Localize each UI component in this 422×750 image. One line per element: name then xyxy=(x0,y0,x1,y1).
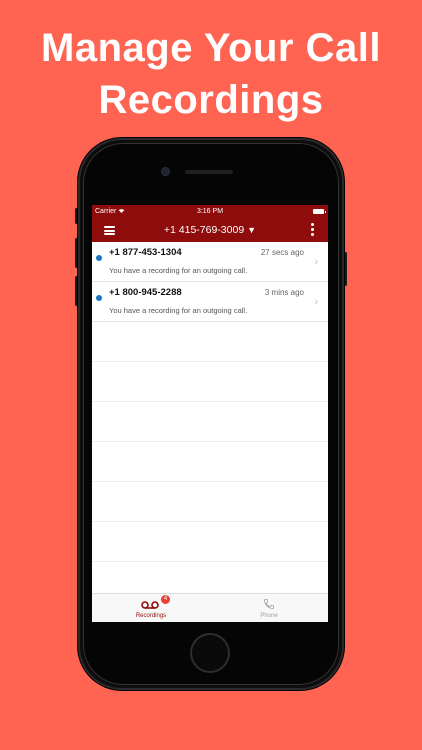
status-time: 3:16 PM xyxy=(196,208,224,215)
home-button[interactable] xyxy=(192,635,228,671)
tab-phone[interactable]: Phone xyxy=(210,594,328,622)
chevron-right-icon: › xyxy=(314,296,318,308)
recording-number: +1 877-453-1304 xyxy=(109,247,182,258)
recording-age: 27 secs ago xyxy=(260,248,304,257)
nav-title-number: +1 415-769-3009 xyxy=(163,224,245,236)
status-bar: Carrier 3:16 PM xyxy=(92,205,328,219)
headline-line-2: Recordings xyxy=(98,78,324,122)
phone-icon xyxy=(264,599,274,609)
tab-bar: 4 Recordings Phone xyxy=(92,593,328,622)
battery-icon xyxy=(313,209,326,214)
headline-line-1: Manage Your Call xyxy=(41,26,381,70)
recording-row[interactable]: +1 800-945-2288 3 mins ago You have a re… xyxy=(92,282,328,322)
earpiece-speaker xyxy=(185,170,233,174)
phone-number-selector[interactable]: +1 415-769-3009 ▼ xyxy=(92,224,328,236)
recording-description: You have a recording for an outgoing cal… xyxy=(109,306,248,315)
front-camera xyxy=(162,168,169,175)
recording-description: You have a recording for an outgoing cal… xyxy=(109,266,248,275)
empty-list-row xyxy=(92,482,328,522)
empty-list-row xyxy=(92,522,328,562)
empty-list-row xyxy=(92,322,328,362)
phone-power-button xyxy=(344,252,347,286)
nav-bar: +1 415-769-3009 ▼ xyxy=(92,219,328,242)
unread-dot xyxy=(96,255,102,261)
unread-dot xyxy=(96,295,102,301)
headline: Manage Your Call Recordings xyxy=(0,22,422,126)
recording-number: +1 800-945-2288 xyxy=(109,287,182,298)
empty-list-row xyxy=(92,362,328,402)
chevron-right-icon: › xyxy=(314,256,318,268)
tab-recordings[interactable]: 4 Recordings xyxy=(92,594,210,622)
more-vertical-icon[interactable] xyxy=(311,223,314,238)
voicemail-icon xyxy=(141,601,159,609)
empty-list-row xyxy=(92,402,328,442)
recording-row[interactable]: +1 877-453-1304 27 secs ago You have a r… xyxy=(92,242,328,282)
recordings-badge: 4 xyxy=(161,595,170,604)
app-screen: Carrier 3:16 PM +1 415-769-3009 ▼ +1 877-… xyxy=(92,205,328,622)
empty-list-row xyxy=(92,442,328,482)
tab-label: Recordings xyxy=(135,613,167,619)
recordings-list: +1 877-453-1304 27 secs ago You have a r… xyxy=(92,242,328,602)
tab-label: Phone xyxy=(260,613,278,619)
caret-down-icon: ▼ xyxy=(247,225,257,235)
recording-age: 3 mins ago xyxy=(264,288,304,297)
